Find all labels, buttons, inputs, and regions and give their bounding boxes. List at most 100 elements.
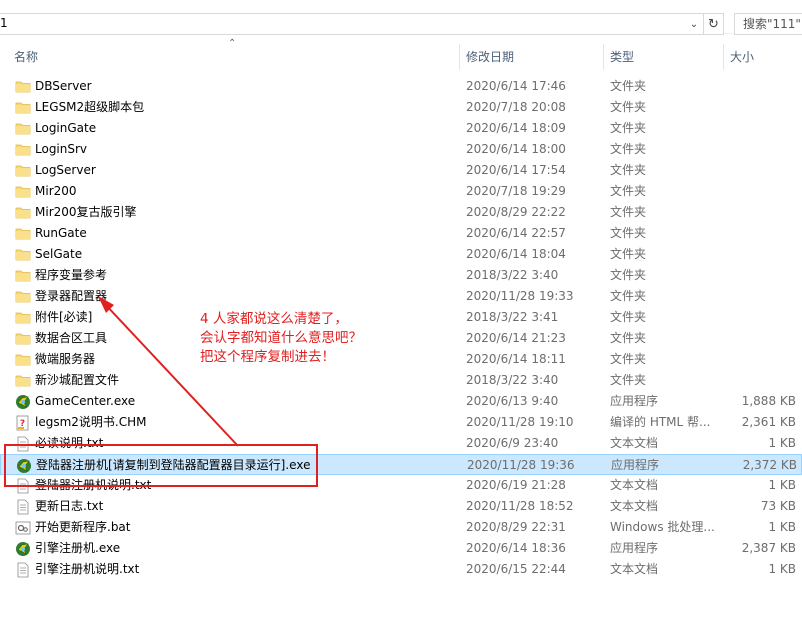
file-row[interactable]: 开始更新程序.bat 2020/8/29 22:31 Windows 批处理... 1… [0,517,802,538]
folder-icon [15,289,31,304]
file-type: 文件夹 [610,247,647,261]
file-size: 73 KB [760,499,796,513]
file-row[interactable]: 引擎注册机.exe 2020/6/14 18:36 应用程序 2,387 KB [0,538,802,559]
folder-icon [15,331,31,346]
file-row[interactable]: ? legsm2说明书.CHM 2020/11/28 19:10 编译的 HTML 帮… [0,412,802,433]
file-date: 2020/6/14 22:57 [466,226,566,240]
folder-icon [15,268,31,283]
file-date: 2020/7/18 19:29 [466,184,566,198]
file-date: 2020/6/14 17:46 [466,79,566,93]
folder-icon [15,79,31,94]
file-name: Mir200 [35,184,77,198]
file-name: LogServer [35,163,96,177]
file-row[interactable]: LogServer 2020/6/14 17:54 文件夹 [0,160,802,181]
column-header-date[interactable]: 修改日期 [460,44,602,70]
file-date: 2018/3/22 3:41 [466,310,559,324]
annotation-text: 4 人家都说这么清楚了， 会认字都知道什么意思吧？ 把这个程序复制进去！ [200,310,362,367]
txt-icon [15,562,31,578]
file-size [726,328,796,349]
file-size [726,307,796,328]
refresh-icon[interactable]: ↻ [703,14,723,34]
file-row[interactable]: 新沙城配置文件 2018/3/22 3:40 文件夹 [0,370,802,391]
file-type: 应用程序 [611,458,660,472]
file-type: 文本文档 [610,478,659,492]
file-name: LEGSM2超级脚本包 [35,100,145,114]
file-date: 2018/3/22 3:40 [466,373,559,387]
chm-icon: ? [15,415,31,431]
file-date: 2018/3/22 3:40 [466,268,559,282]
file-row[interactable]: Mir200 2020/7/18 19:29 文件夹 [0,181,802,202]
file-type: Windows 批处理... [610,520,715,534]
file-date: 2020/11/28 18:52 [466,499,574,513]
file-row[interactable]: SelGate 2020/6/14 18:04 文件夹 [0,244,802,265]
file-row[interactable]: Mir200复古版引擎 2020/8/29 22:22 文件夹 [0,202,802,223]
file-type: 编译的 HTML 帮... [610,415,711,429]
address-bar[interactable]: 1 ⌄ ↻ [0,13,724,35]
file-row[interactable]: RunGate 2020/6/14 22:57 文件夹 [0,223,802,244]
file-row[interactable]: 微端服务器 2020/6/14 18:11 文件夹 [0,349,802,370]
file-size: 2,361 KB [741,415,796,429]
file-name: 新沙城配置文件 [35,373,120,387]
file-type: 文件夹 [610,268,647,282]
folder-icon [15,142,31,157]
file-date: 2020/11/28 19:10 [466,415,574,429]
column-headers: 名称 修改日期 类型 大小 [0,44,802,70]
file-row[interactable]: 附件[必读] 2018/3/22 3:41 文件夹 [0,307,802,328]
file-date: 2020/6/14 21:23 [466,331,566,345]
folder-icon [15,100,31,115]
column-header-name[interactable]: 名称 [8,44,458,70]
file-row[interactable]: 更新日志.txt 2020/11/28 18:52 文本文档 73 KB [0,496,802,517]
annotation-line: 会认字都知道什么意思吧？ [200,330,362,346]
file-row[interactable]: 引擎注册机说明.txt 2020/6/15 22:44 文本文档 1 KB [0,559,802,580]
file-row[interactable]: 程序变量参考 2018/3/22 3:40 文件夹 [0,265,802,286]
txt-icon [15,499,31,515]
file-size: 1 KB [768,562,796,576]
chevron-down-icon[interactable]: ⌄ [685,14,703,34]
folder-icon [15,310,31,325]
file-date: 2020/6/14 18:11 [466,352,566,366]
file-size: 2,387 KB [741,541,796,555]
annotation-line: 把这个程序复制进去！ [200,349,335,365]
file-size [726,349,796,370]
file-type: 文件夹 [610,79,647,93]
file-row[interactable]: DBServer 2020/6/14 17:46 文件夹 [0,76,802,97]
file-size [726,160,796,181]
file-name: 登录器配置器 [35,289,108,303]
top-bar: 1 ⌄ ↻ 搜索"111" [0,0,802,35]
bat-icon [15,520,31,535]
file-type: 文件夹 [610,142,647,156]
file-size [726,76,796,97]
file-type: 文本文档 [610,499,659,513]
file-name: legsm2说明书.CHM [35,415,147,429]
file-type: 文件夹 [610,352,647,366]
file-row[interactable]: 登录器配置器 2020/11/28 19:33 文件夹 [0,286,802,307]
file-date: 2020/6/14 17:54 [466,163,566,177]
file-row[interactable]: LEGSM2超级脚本包 2020/7/18 20:08 文件夹 [0,97,802,118]
search-input[interactable]: 搜索"111" [734,13,802,35]
file-type: 文本文档 [610,562,659,576]
folder-icon [15,184,31,199]
folder-icon [15,163,31,178]
file-date: 2020/7/18 20:08 [466,100,566,114]
folder-icon [15,352,31,367]
file-name: DBServer [35,79,92,93]
file-row[interactable]: LoginGate 2020/6/14 18:09 文件夹 [0,118,802,139]
file-row[interactable]: 数据合区工具 2020/6/14 21:23 文件夹 [0,328,802,349]
file-row[interactable]: LoginSrv 2020/6/14 18:00 文件夹 [0,139,802,160]
folder-icon [15,121,31,136]
file-type: 文件夹 [610,331,647,345]
column-header-size[interactable]: 大小 [724,44,802,70]
file-type: 文件夹 [610,310,647,324]
file-size [726,223,796,244]
file-type: 文本文档 [610,436,659,450]
file-type: 文件夹 [610,184,647,198]
folder-icon [15,205,31,220]
file-size: 1 KB [768,436,796,450]
file-row[interactable]: GameCenter.exe 2020/6/13 9:40 应用程序 1,888 KB [0,391,802,412]
file-name: GameCenter.exe [35,394,136,408]
file-type: 应用程序 [610,394,659,408]
folder-icon [15,247,31,262]
file-date: 2020/6/19 21:28 [466,478,566,492]
column-header-type[interactable]: 类型 [604,44,722,70]
file-date: 2020/6/9 23:40 [466,436,559,450]
